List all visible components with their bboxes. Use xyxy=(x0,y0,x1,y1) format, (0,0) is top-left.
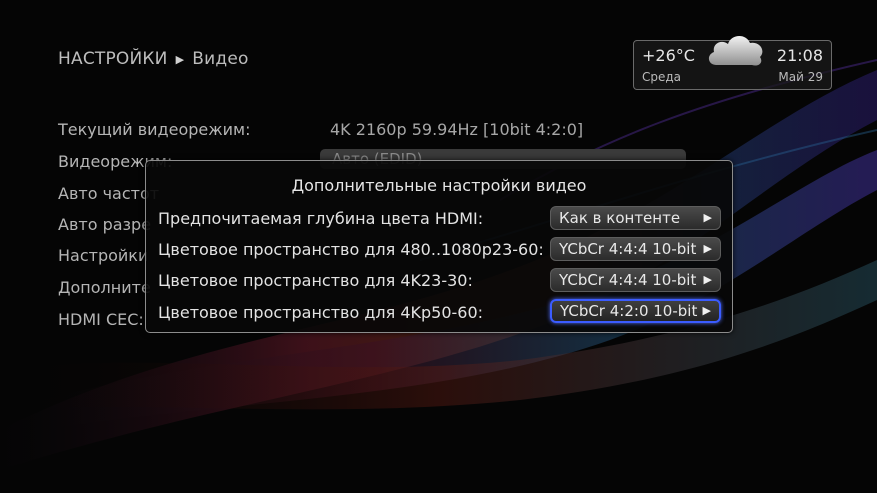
dialog-title: Дополнительные настройки видео xyxy=(291,176,587,195)
hdmi-color-depth-label: Предпочитаемая глубина цвета HDMI: xyxy=(158,209,484,228)
breadcrumb-page: Видео xyxy=(192,49,249,69)
weather-temperature: +26°C xyxy=(642,46,695,65)
play-triangle-icon: ▶ xyxy=(703,211,712,224)
colorspace-1080-selector[interactable]: YCbCr 4:4:4 10-bit ▶ xyxy=(550,237,721,261)
play-triangle-icon: ▶ xyxy=(703,242,712,255)
weather-date: Май 29 xyxy=(778,70,823,84)
setting-label-auto-resolution[interactable]: Авто разре xyxy=(58,215,151,234)
play-triangle-icon: ▶ xyxy=(175,52,185,66)
colorspace-4k23-30-selector[interactable]: YCbCr 4:4:4 10-bit ▶ xyxy=(550,268,721,292)
setting-label-current-mode: Текущий видеорежим: xyxy=(58,120,251,139)
colorspace-4kp50-60-selector[interactable]: YCbCr 4:2:0 10-bit ▶ xyxy=(550,299,721,323)
weather-widget: +26°C 21:08 Среда Май 29 xyxy=(633,35,832,90)
breadcrumb: НАСТРОЙКИ ▶ Видео xyxy=(58,49,249,69)
play-triangle-icon: ▶ xyxy=(702,304,711,317)
hdmi-color-depth-value: Как в контенте xyxy=(559,209,681,227)
play-triangle-icon: ▶ xyxy=(703,273,712,286)
setting-label-auto-frequency[interactable]: Авто частот xyxy=(58,184,159,203)
setting-label-additional[interactable]: Дополните xyxy=(58,278,151,297)
colorspace-4k23-30-label: Цветовое пространство для 4K23-30: xyxy=(158,271,473,290)
breadcrumb-section: НАСТРОЙКИ xyxy=(58,49,168,69)
setting-label-hdmi-cec[interactable]: HDMI CEC: xyxy=(58,310,144,329)
setting-label-settings[interactable]: Настройки xyxy=(58,246,148,265)
colorspace-4kp50-60-value: YCbCr 4:2:0 10-bit xyxy=(560,302,698,320)
cloud-icon xyxy=(708,35,763,66)
colorspace-1080-label: Цветовое пространство для 480..1080p23-6… xyxy=(158,240,544,259)
colorspace-4kp50-60-label: Цветовое пространство для 4Kp50-60: xyxy=(158,303,484,322)
colorspace-1080-value: YCbCr 4:4:4 10-bit xyxy=(559,240,697,258)
advanced-video-settings-dialog: Дополнительные настройки видео Предпочит… xyxy=(145,160,733,333)
weather-day: Среда xyxy=(642,70,682,84)
hdmi-color-depth-selector[interactable]: Как в контенте ▶ xyxy=(550,206,721,230)
setting-value-current-mode: 4K 2160p 59.94Hz [10bit 4:2:0] xyxy=(330,120,584,139)
colorspace-4k23-30-value: YCbCr 4:4:4 10-bit xyxy=(559,271,697,289)
clock-time: 21:08 xyxy=(776,46,823,65)
